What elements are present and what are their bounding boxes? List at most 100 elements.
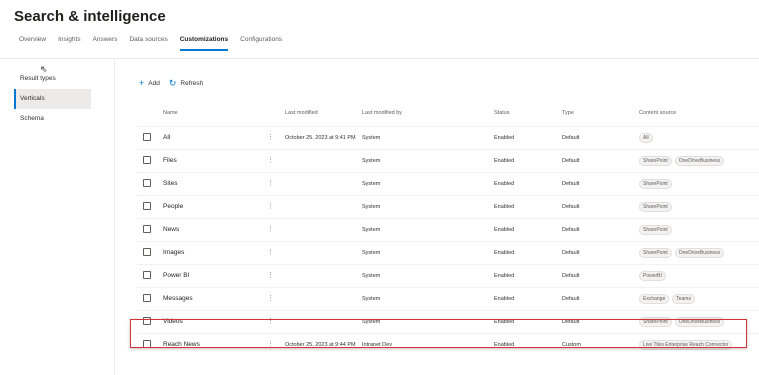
status: Enabled — [494, 273, 515, 279]
more-vertical-icon[interactable]: ⋮ — [267, 196, 274, 218]
table-row[interactable]: News ⋮ System Enabled Default SharePoint — [137, 218, 759, 241]
vertical-name[interactable]: Power BI — [163, 265, 189, 287]
content-source-tag: SharePoint — [639, 178, 672, 189]
row-checkbox[interactable] — [143, 156, 151, 164]
content-source: SharePoint OneDriveBusiness — [639, 311, 727, 333]
type: Custom — [562, 342, 581, 348]
content-source: SharePoint — [639, 219, 675, 241]
content-source: SharePoint OneDriveBusiness — [639, 150, 727, 172]
row-checkbox[interactable] — [143, 340, 151, 348]
column-header-type[interactable]: Type — [562, 104, 574, 122]
row-checkbox[interactable] — [143, 202, 151, 210]
content-source-tag: All — [639, 132, 653, 143]
more-vertical-icon[interactable]: ⋮ — [267, 242, 274, 264]
more-vertical-icon[interactable]: ⋮ — [267, 334, 274, 356]
last-modified-by: System — [362, 158, 381, 164]
status: Enabled — [494, 296, 515, 302]
more-vertical-icon[interactable]: ⋮ — [267, 288, 274, 310]
content-source-tag: Teams — [672, 293, 695, 304]
type: Default — [562, 158, 580, 164]
last-modified-by: System — [362, 204, 381, 210]
vertical-name[interactable]: Reach News — [163, 334, 200, 356]
table-header: Name Last modified Last modified by Stat… — [137, 104, 759, 126]
more-vertical-icon[interactable]: ⋮ — [267, 173, 274, 195]
status: Enabled — [494, 227, 515, 233]
type: Default — [562, 135, 580, 141]
tab-overview[interactable]: Overview — [19, 36, 46, 50]
table-row[interactable]: Images ⋮ System Enabled Default SharePoint One… — [137, 241, 759, 264]
status: Enabled — [494, 250, 515, 256]
last-modified-by: System — [362, 227, 381, 233]
row-checkbox[interactable] — [143, 271, 151, 279]
tab-configurations[interactable]: Configurations — [240, 36, 282, 50]
content-source-tag: SharePoint — [639, 155, 672, 166]
tab-insights[interactable]: Insights — [58, 36, 80, 50]
refresh-button[interactable]: ↻ Refresh — [168, 77, 203, 88]
tab-answers[interactable]: Answers — [93, 36, 118, 50]
status: Enabled — [494, 135, 515, 141]
type: Default — [562, 250, 580, 256]
row-checkbox[interactable] — [143, 179, 151, 187]
vertical-name[interactable]: News — [163, 219, 179, 241]
sidebar-item-verticals[interactable]: Verticals — [14, 89, 91, 109]
more-vertical-icon[interactable]: ⋮ — [267, 127, 274, 149]
content-source-tag: Live Tiles Enterprise Reach Connector — [639, 339, 733, 350]
column-header-status[interactable]: Status — [494, 104, 510, 122]
last-modified-by: System — [362, 135, 381, 141]
row-checkbox[interactable] — [143, 225, 151, 233]
plus-icon: + — [139, 77, 145, 88]
row-checkbox[interactable] — [143, 294, 151, 302]
verticals-table: Name Last modified Last modified by Stat… — [137, 104, 759, 356]
column-header-content-source[interactable]: Content source — [639, 104, 676, 122]
vertical-name[interactable]: All — [163, 127, 170, 149]
content-source-tag: OneDriveBusiness — [674, 247, 725, 258]
status: Enabled — [494, 204, 515, 210]
content-source: PowerBI — [639, 265, 669, 287]
more-vertical-icon[interactable]: ⋮ — [267, 265, 274, 287]
vertical-name[interactable]: Messages — [163, 288, 193, 310]
add-button[interactable]: + Add — [139, 77, 160, 88]
vertical-name[interactable]: Sites — [163, 173, 177, 195]
table-row[interactable]: People ⋮ System Enabled Default SharePoint — [137, 195, 759, 218]
status: Enabled — [494, 319, 515, 325]
content-source: All — [639, 127, 656, 149]
tab-customizations[interactable]: Customizations — [179, 36, 229, 51]
more-vertical-icon[interactable]: ⋮ — [267, 219, 274, 241]
type: Default — [562, 273, 580, 279]
status: Enabled — [494, 181, 515, 187]
row-checkbox[interactable] — [143, 317, 151, 325]
refresh-icon: ↻ — [168, 77, 177, 88]
column-header-last-modified-by[interactable]: Last modified by — [362, 104, 402, 122]
last-modified-by: System — [362, 296, 381, 302]
row-checkbox[interactable] — [143, 133, 151, 141]
more-vertical-icon[interactable]: ⋮ — [267, 311, 274, 333]
vertical-name[interactable]: Videos — [163, 311, 183, 333]
content-source: Live Tiles Enterprise Reach Connector — [639, 334, 735, 356]
sidebar-item-schema[interactable]: Schema — [14, 109, 91, 129]
last-modified-by: Intranet Dev — [362, 342, 392, 348]
vertical-name[interactable]: People — [163, 196, 183, 218]
table-row[interactable]: Sites ⋮ System Enabled Default SharePoint — [137, 172, 759, 195]
sidebar-item-result-types[interactable]: Result types — [14, 69, 91, 89]
type: Default — [562, 319, 580, 325]
table-row[interactable]: Reach News ⋮ October 25, 2023 at 9:44 PM In… — [137, 333, 759, 356]
last-modified-by: System — [362, 273, 381, 279]
tab-data-sources[interactable]: Data sources — [129, 36, 167, 50]
page-title: Search & intelligence — [14, 8, 166, 25]
table-row[interactable]: Messages ⋮ System Enabled Default Exchange Tea… — [137, 287, 759, 310]
vertical-name[interactable]: Images — [163, 242, 184, 264]
table-row[interactable]: Videos ⋮ System Enabled Default SharePoint One… — [137, 310, 759, 333]
table-row[interactable]: All ⋮ October 25, 2023 at 9:41 PM System Ena… — [137, 126, 759, 149]
table-row[interactable]: Power BI ⋮ System Enabled Default PowerBI — [137, 264, 759, 287]
more-vertical-icon[interactable]: ⋮ — [267, 150, 274, 172]
row-checkbox[interactable] — [143, 248, 151, 256]
last-modified-by: System — [362, 250, 381, 256]
content-source-tag: OneDriveBusiness — [674, 155, 725, 166]
column-header-name[interactable]: Name — [163, 104, 178, 122]
content-source: SharePoint — [639, 196, 675, 218]
vertical-name[interactable]: Files — [163, 150, 177, 172]
column-header-last-modified[interactable]: Last modified — [285, 104, 318, 122]
type: Default — [562, 296, 580, 302]
table-row[interactable]: Files ⋮ System Enabled Default SharePoint OneD… — [137, 149, 759, 172]
last-modified: October 25, 2023 at 9:44 PM — [285, 342, 356, 348]
